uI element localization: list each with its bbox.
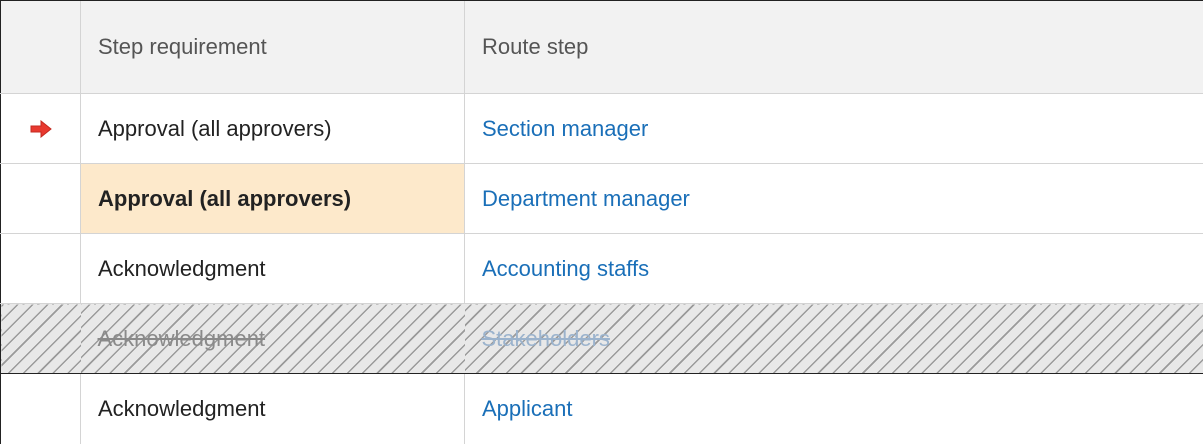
indicator-cell [0,233,81,304]
table-row: Acknowledgment Applicant [0,373,1203,444]
skipped-requirement-text: Acknowledgment [97,325,266,351]
table-row: Approval (all approvers) Section manager [0,93,1203,164]
route-step-cell: Department manager [464,163,1203,234]
table-row-skipped: Acknowledgment Stakeholders [0,303,1203,374]
route-step-link[interactable]: Department manager [482,186,690,211]
route-step-cell: Accounting staffs [464,233,1203,304]
route-step-link[interactable]: Stakeholders [482,326,610,351]
step-requirement-cell-current: Approval (all approvers) [80,163,465,234]
route-steps-table: Step requirement Route step Approval (al… [0,0,1203,444]
step-requirement-cell: Approval (all approvers) [80,93,465,164]
header-route-step: Route step [464,0,1203,94]
table-row: Acknowledgment Accounting staffs [0,233,1203,304]
route-step-link[interactable]: Section manager [482,116,648,141]
step-requirement-cell: Acknowledgment [80,303,465,374]
route-step-cell: Section manager [464,93,1203,164]
header-indicator-cell [0,0,81,94]
indicator-cell [0,163,81,234]
red-right-arrow-icon [30,119,52,138]
indicator-cell [0,373,81,444]
route-step-cell: Stakeholders [464,303,1203,374]
step-requirement-cell: Acknowledgment [80,233,465,304]
header-step-requirement: Step requirement [80,0,465,94]
route-step-link[interactable]: Accounting staffs [482,256,649,281]
table-header-row: Step requirement Route step [0,0,1203,94]
table-row: Approval (all approvers) Department mana… [0,163,1203,234]
indicator-cell [0,303,81,374]
route-step-link[interactable]: Applicant [482,396,573,421]
route-step-cell: Applicant [464,373,1203,444]
step-requirement-cell: Acknowledgment [80,373,465,444]
indicator-cell [0,93,81,164]
